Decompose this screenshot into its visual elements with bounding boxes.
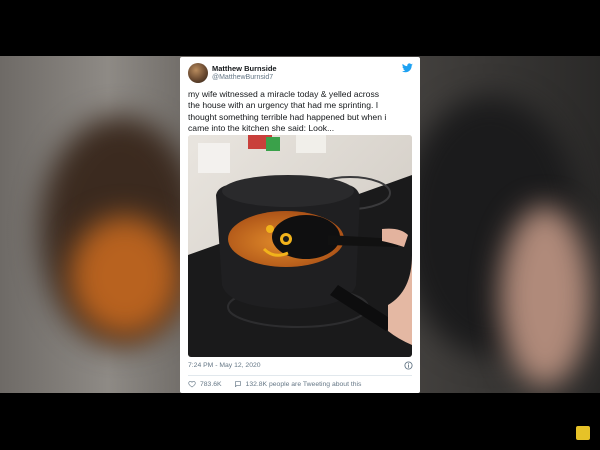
- channel-logo-icon[interactable]: [576, 426, 590, 440]
- letterbox-top: [0, 0, 600, 56]
- twitter-bird-icon[interactable]: [402, 63, 413, 73]
- tweet-stats: 783.6K 132.8K people are Tweeting about …: [188, 380, 361, 388]
- tweet-text: my wife witnessed a miracle today & yell…: [188, 89, 387, 133]
- info-icon[interactable]: [404, 361, 413, 370]
- speech-bubble-icon[interactable]: [234, 380, 242, 388]
- avatar[interactable]: [188, 63, 208, 83]
- tweet-timestamp[interactable]: 7:24 PM - May 12, 2020: [188, 362, 261, 369]
- divider: [188, 375, 412, 376]
- like-count[interactable]: 783.6K: [200, 381, 222, 388]
- tweet-card[interactable]: Matthew Burnside @MatthewBurnsid7 my wif…: [180, 57, 420, 393]
- tweet-display-name[interactable]: Matthew Burnside: [212, 64, 277, 73]
- letterbox-bottom: [0, 393, 600, 450]
- pot-on-stove-image: [188, 135, 412, 357]
- tweet-photo[interactable]: [188, 135, 412, 357]
- tweeting-about-link[interactable]: 132.8K people are Tweeting about this: [246, 381, 362, 388]
- heart-icon[interactable]: [188, 380, 196, 388]
- tweet-handle[interactable]: @MatthewBurnsid7: [212, 74, 273, 81]
